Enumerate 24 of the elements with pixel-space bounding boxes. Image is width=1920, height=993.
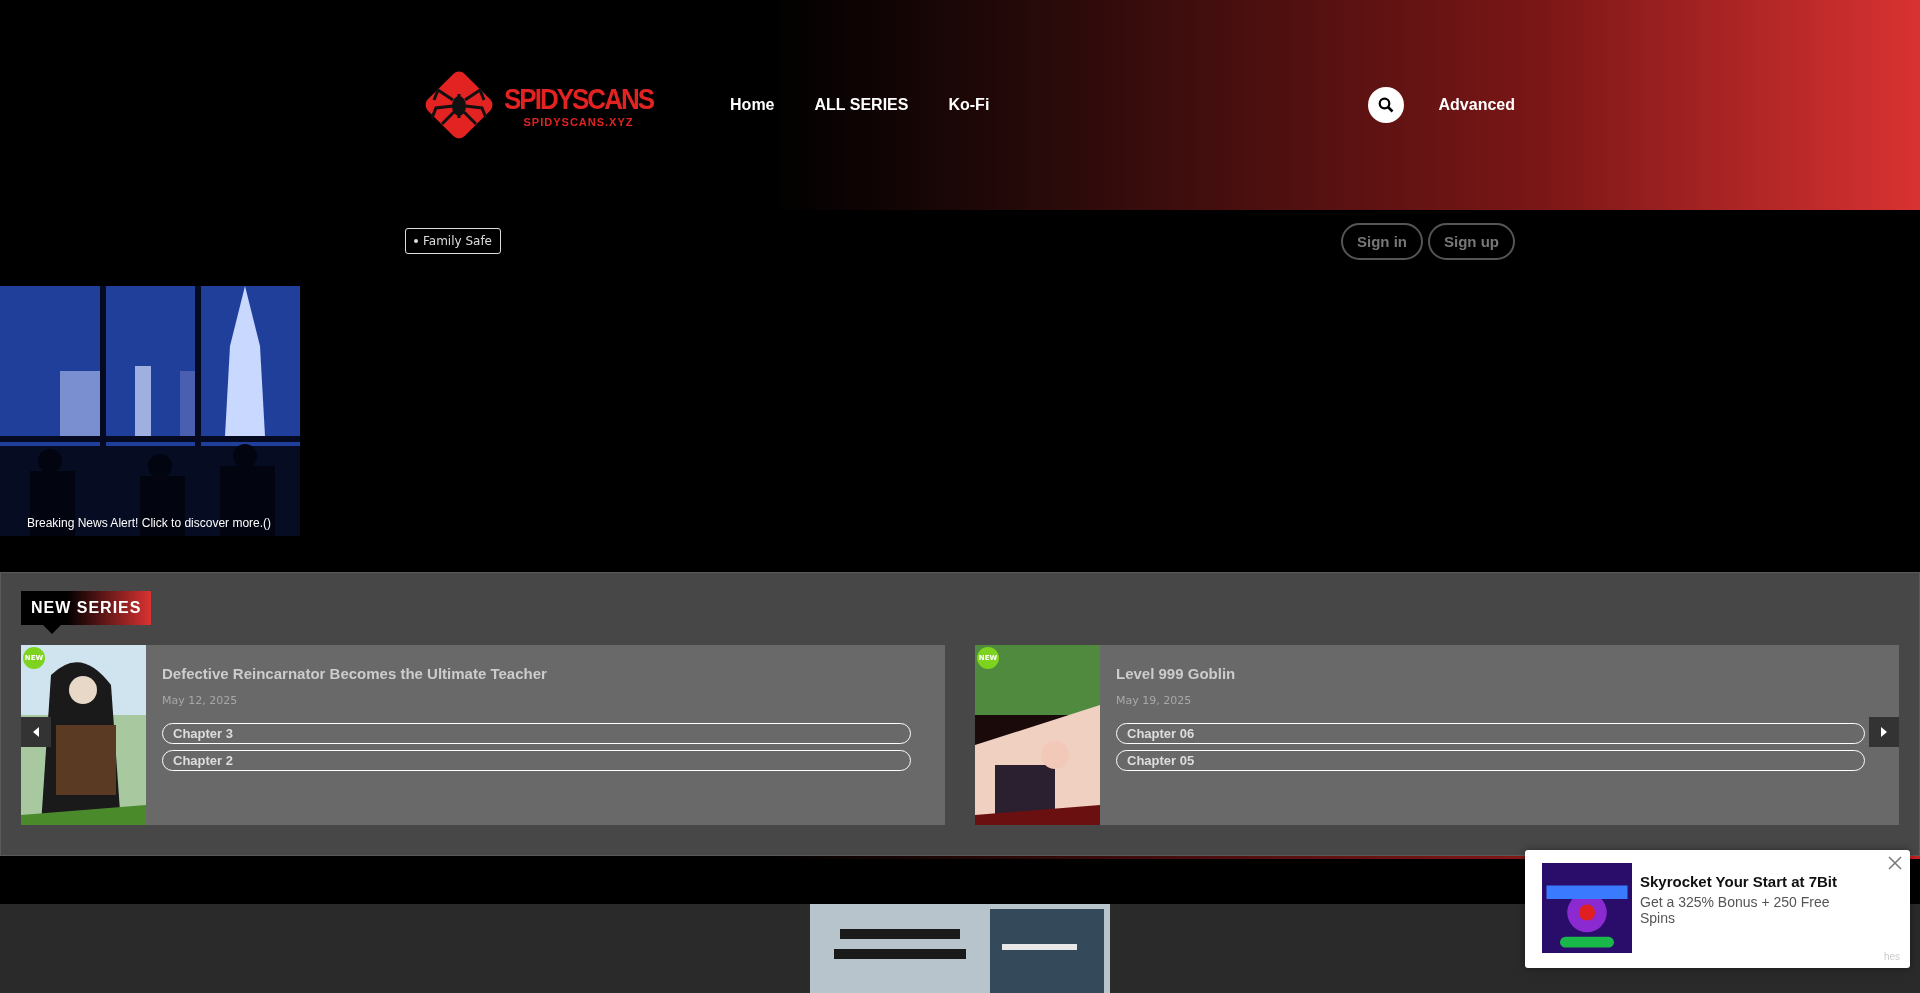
family-safe-badge[interactable]: Family Safe bbox=[405, 228, 501, 254]
nav-link[interactable]: ALL SERIES bbox=[814, 96, 909, 114]
site-logo[interactable]: SPIDYSCANS SPIDYSCANS.XYZ bbox=[418, 64, 654, 146]
sign-in-button[interactable]: Sign in bbox=[1341, 222, 1423, 260]
advanced-link[interactable]: Advanced bbox=[1438, 96, 1515, 114]
ad-text: Get a 325% Bonus + 250 Free Spins bbox=[1640, 894, 1831, 926]
sign-up-button[interactable]: Sign up bbox=[1428, 222, 1515, 260]
next-button[interactable] bbox=[1869, 717, 1899, 747]
previous-button[interactable] bbox=[21, 717, 51, 747]
ad-caption[interactable]: Breaking News Alert! Click to discover more.() bbox=[27, 516, 272, 530]
close-icon bbox=[1888, 856, 1902, 870]
caret-right-icon bbox=[1881, 727, 1887, 737]
ad-title[interactable]: Skyrocket Your Start at 7Bit bbox=[1640, 873, 1860, 890]
series-date: May 19, 2025 bbox=[1116, 694, 1193, 707]
nav-link[interactable]: Ko-Fi bbox=[948, 96, 990, 114]
series-date: May 12, 2025 bbox=[162, 694, 239, 707]
series-title[interactable]: Level 999 Goblin bbox=[1116, 665, 1865, 682]
series-title[interactable]: Defective Reincarnator Becomes the Ultimate Teacher bbox=[162, 665, 911, 682]
search-icon bbox=[1377, 97, 1394, 113]
search-button[interactable] bbox=[1367, 87, 1404, 123]
caret-left-icon bbox=[33, 727, 39, 737]
close-button[interactable] bbox=[1886, 854, 1904, 872]
nav-link[interactable]: Home bbox=[730, 96, 775, 114]
heading-pointer-icon bbox=[43, 625, 61, 634]
